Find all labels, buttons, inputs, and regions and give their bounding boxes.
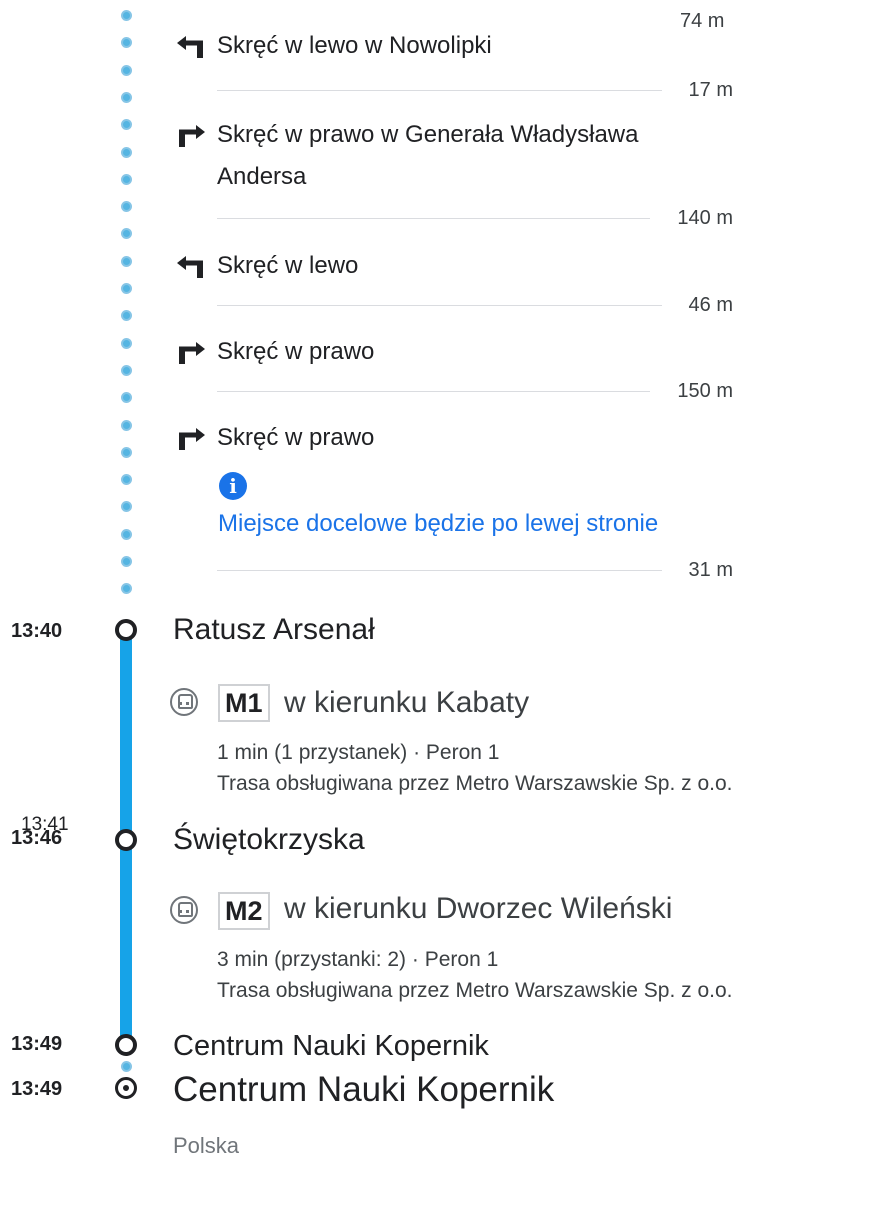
- leg-duration[interactable]: 3 min (przystanki: 2) · Peron 1: [217, 944, 498, 975]
- arrival-time: 13:49: [11, 1033, 63, 1055]
- subway-icon: [170, 688, 198, 716]
- destination-name[interactable]: Centrum Nauki Kopernik: [173, 1070, 554, 1110]
- stop-name[interactable]: Świętokrzyska: [173, 823, 365, 857]
- distance-divider: [217, 570, 662, 571]
- walking-connector-dot: [121, 1061, 132, 1072]
- stop-circle-icon: [115, 829, 137, 851]
- walking-dot: [121, 474, 132, 485]
- leg-operator: Trasa obsługiwana przez Metro Warszawski…: [217, 979, 733, 1002]
- walking-dot: [121, 65, 132, 76]
- info-icon: i: [219, 472, 247, 500]
- step-distance: 150 m: [677, 380, 733, 402]
- stop-circle-icon: [115, 1034, 137, 1056]
- step-distance: 31 m: [688, 559, 733, 581]
- destination-side-note: Miejsce docelowe będzie po lewej stronie: [218, 510, 659, 537]
- step-instruction: Skręć w prawo w Generała Władysława: [217, 121, 639, 148]
- walking-dot: [121, 283, 132, 294]
- walking-dot: [121, 119, 132, 130]
- arrival-time: 13:40: [11, 620, 63, 642]
- step-distance-row: 46 m: [217, 290, 733, 320]
- destination-country: Polska: [173, 1133, 240, 1158]
- subway-icon: [170, 896, 198, 924]
- walking-dot: [121, 228, 132, 239]
- line-badge[interactable]: M1: [218, 684, 270, 722]
- turn-left-icon: [177, 36, 203, 58]
- walking-dot: [121, 529, 132, 540]
- stop-name[interactable]: Centrum Nauki Kopernik: [173, 1030, 489, 1063]
- arrival-time: 13:49: [11, 1078, 63, 1100]
- line-badge[interactable]: M2: [218, 892, 270, 930]
- walking-dot: [121, 256, 132, 267]
- step-instruction: Skręć w lewo w Nowolipki: [217, 32, 492, 59]
- step-distance-row: 150 m: [217, 376, 733, 406]
- leg-operator: Trasa obsługiwana przez Metro Warszawski…: [217, 772, 733, 795]
- arrival-time: 13:46: [11, 827, 63, 849]
- step-instruction-cont: Andersa: [217, 163, 307, 190]
- distance-divider: [217, 90, 662, 91]
- walking-dot: [121, 92, 132, 103]
- stop-name[interactable]: Ratusz Arsenał: [173, 613, 375, 647]
- walking-dot: [121, 556, 132, 567]
- walking-dot: [121, 420, 132, 431]
- walking-dot: [121, 501, 132, 512]
- stop-circle-icon: [115, 619, 137, 641]
- step-distance: 140 m: [677, 207, 733, 229]
- turn-right-icon: [179, 428, 205, 450]
- walking-dot: [121, 147, 132, 158]
- turn-left-icon: [177, 256, 203, 278]
- step-distance-row: 31 m: [217, 555, 733, 585]
- step-instruction: Skręć w lewo: [217, 252, 359, 279]
- leg-duration[interactable]: 1 min (1 przystanek) · Peron 1: [217, 737, 499, 768]
- line-direction: w kierunku Dworzec Wileński: [284, 892, 673, 925]
- walking-dot: [121, 174, 132, 185]
- walking-dot: [121, 10, 132, 21]
- walking-dot: [121, 447, 132, 458]
- walking-dot: [121, 310, 132, 321]
- turn-right-icon: [179, 342, 205, 364]
- step-distance: 17 m: [688, 79, 733, 101]
- distance-divider: [217, 218, 650, 219]
- step-distance-row: 17 m: [217, 75, 733, 105]
- walking-dot: [121, 392, 132, 403]
- walking-dot: [121, 365, 132, 376]
- turn-right-icon: [179, 125, 205, 147]
- step-distance: 46 m: [688, 294, 733, 316]
- line-direction: w kierunku Kabaty: [284, 686, 530, 719]
- walking-dot: [121, 201, 132, 212]
- distance-divider: [217, 305, 662, 306]
- distance-divider: [217, 391, 650, 392]
- walking-dot: [121, 583, 132, 594]
- step-instruction: Skręć w prawo: [217, 338, 375, 365]
- step-distance-row: 140 m: [217, 203, 733, 233]
- destination-pin-icon: [115, 1077, 137, 1099]
- step-instruction: Skręć w prawo: [217, 424, 375, 451]
- walking-dot: [121, 37, 132, 48]
- walking-dot: [121, 338, 132, 349]
